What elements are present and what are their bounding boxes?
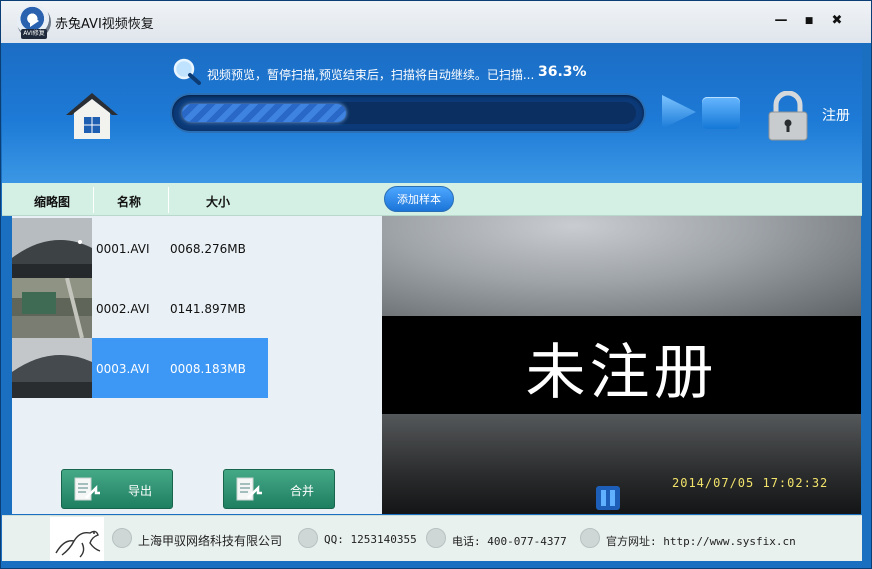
video-thumbnail	[12, 218, 92, 278]
pause-icon[interactable]	[596, 486, 620, 510]
window-title: 赤兔AVI视频恢复	[55, 17, 154, 32]
app-window: AVI修复 赤兔AVI视频恢复 — ■ ✖ 视频预览，暂停扫描,预览结束后，扫描…	[0, 0, 872, 569]
app-logo-tag: AVI修复	[21, 29, 47, 39]
file-row[interactable]: 0002.AVI 0141.897MB	[12, 278, 268, 338]
preview-frame-top	[382, 216, 861, 316]
company-name: 上海甲驭网络科技有限公司	[138, 534, 283, 548]
column-divider	[93, 187, 94, 213]
play-icon[interactable]	[658, 93, 698, 131]
company-icon	[112, 528, 132, 548]
phone-icon	[426, 528, 446, 548]
add-sample-button[interactable]: 添加样本	[384, 186, 454, 212]
column-name[interactable]: 名称	[117, 193, 141, 210]
video-thumbnail	[12, 278, 92, 338]
home-icon[interactable]	[64, 91, 120, 141]
column-divider	[168, 187, 169, 213]
scan-header: 视频预览，暂停扫描,预览结束后，扫描将自动继续。已扫描... 36.3% 注册	[2, 43, 862, 183]
video-preview[interactable]: 未注册 2014/07/05 17:02:32	[382, 216, 861, 514]
video-thumbnail	[12, 338, 92, 398]
scan-status-text: 视频预览，暂停扫描,预览结束后，扫描将自动继续。已扫描...	[207, 68, 535, 82]
title-bar[interactable]: AVI修复 赤兔AVI视频恢复 — ■ ✖	[1, 1, 871, 43]
maximize-button[interactable]: ■	[799, 11, 819, 31]
close-button[interactable]: ✖	[827, 11, 847, 31]
preview-frame-bottom	[382, 414, 861, 514]
merge-icon	[236, 477, 262, 501]
file-name: 0001.AVI	[96, 242, 150, 256]
file-name: 0002.AVI	[96, 302, 150, 316]
website-link[interactable]: 官方网址: http://www.sysfix.cn	[606, 533, 796, 549]
file-size: 0068.276MB	[170, 242, 246, 256]
qq-number[interactable]: QQ: 1253140355	[324, 533, 417, 546]
file-list: 0001.AVI 0068.276MB 0002.AVI 0141.897MB …	[12, 216, 382, 514]
search-icon	[173, 58, 201, 85]
unregistered-watermark: 未注册	[525, 338, 718, 408]
file-size: 0141.897MB	[170, 302, 246, 316]
file-row[interactable]: 0001.AVI 0068.276MB	[12, 218, 268, 278]
company-logo	[50, 517, 104, 561]
footer-bar: 上海甲驭网络科技有限公司 QQ: 1253140355 电话: 400-077-…	[2, 515, 862, 561]
column-size[interactable]: 大小	[206, 193, 230, 210]
export-button[interactable]: 导出	[61, 469, 173, 509]
qq-icon	[298, 528, 318, 548]
lock-icon[interactable]	[766, 91, 810, 141]
merge-button[interactable]: 合并	[223, 469, 335, 509]
column-header-bar: 缩略图 名称 大小 添加样本	[2, 183, 862, 216]
app-logo-icon: AVI修复	[17, 5, 51, 39]
register-link[interactable]: 注册	[822, 105, 850, 125]
column-thumbnail[interactable]: 缩略图	[34, 193, 70, 210]
scan-progress-fill	[182, 104, 346, 122]
phone-number: 电话: 400-077-4377	[452, 535, 567, 548]
scan-progress-bar	[172, 95, 644, 131]
export-label: 导出	[128, 484, 153, 498]
file-name: 0003.AVI	[96, 362, 150, 376]
merge-label: 合并	[290, 484, 315, 498]
file-row[interactable]: 0003.AVI 0008.183MB	[12, 338, 268, 398]
stop-icon[interactable]	[702, 97, 740, 129]
video-timestamp: 2014/07/05 17:02:32	[672, 476, 829, 490]
file-size: 0008.183MB	[170, 362, 246, 376]
minimize-button[interactable]: —	[771, 11, 791, 31]
export-icon	[74, 477, 100, 501]
globe-icon	[580, 528, 600, 548]
scan-progress-percent: 36.3%	[538, 64, 587, 80]
